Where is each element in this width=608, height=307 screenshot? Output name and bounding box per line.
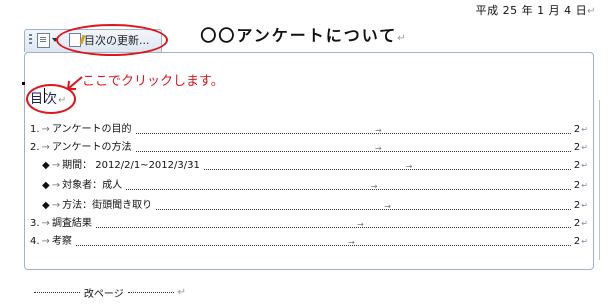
dot-leader <box>203 161 571 173</box>
document-date: 平成 25 年 1 月 4 日↵ <box>475 4 596 17</box>
toc-entry[interactable]: 2.→ アンケートの方法 2↵ <box>30 140 588 155</box>
page-break-dots <box>34 291 80 293</box>
anchor-mark <box>22 82 25 85</box>
dot-leader <box>135 143 571 155</box>
toc-entry[interactable]: 1.→ アンケートの目的 2↵ <box>30 122 588 137</box>
page-edge-mark <box>593 100 600 260</box>
toc-entry[interactable]: 3.→ 調査結果 2↵ <box>30 216 588 231</box>
page-break: 改ページ ↵ <box>30 286 186 300</box>
page-break-label: 改ページ <box>83 288 124 300</box>
dot-leader <box>126 181 571 193</box>
dot-leader <box>135 125 571 137</box>
toc-entry[interactable]: ◆→ 対象者：成人 2↵ <box>42 178 588 193</box>
document-icon[interactable] <box>37 33 50 48</box>
callout-text: ここでクリックします。 <box>82 74 224 89</box>
toc-entry[interactable]: 4.→ 考察 2↵ <box>30 234 588 249</box>
toc-entry[interactable]: ◆→ 方法：街頭聞き取り 2↵ <box>42 198 588 213</box>
toc-entry[interactable]: ◆→ 期間： 2012/2/1~2012/3/31 2↵ <box>42 158 588 173</box>
page-break-dots <box>127 291 174 293</box>
dot-leader <box>95 219 571 231</box>
drag-handle-icon[interactable] <box>29 34 32 46</box>
update-highlight-ellipse <box>56 24 168 56</box>
dot-leader <box>156 201 571 213</box>
callout-arrow-icon <box>66 76 83 90</box>
dot-leader <box>75 237 571 249</box>
